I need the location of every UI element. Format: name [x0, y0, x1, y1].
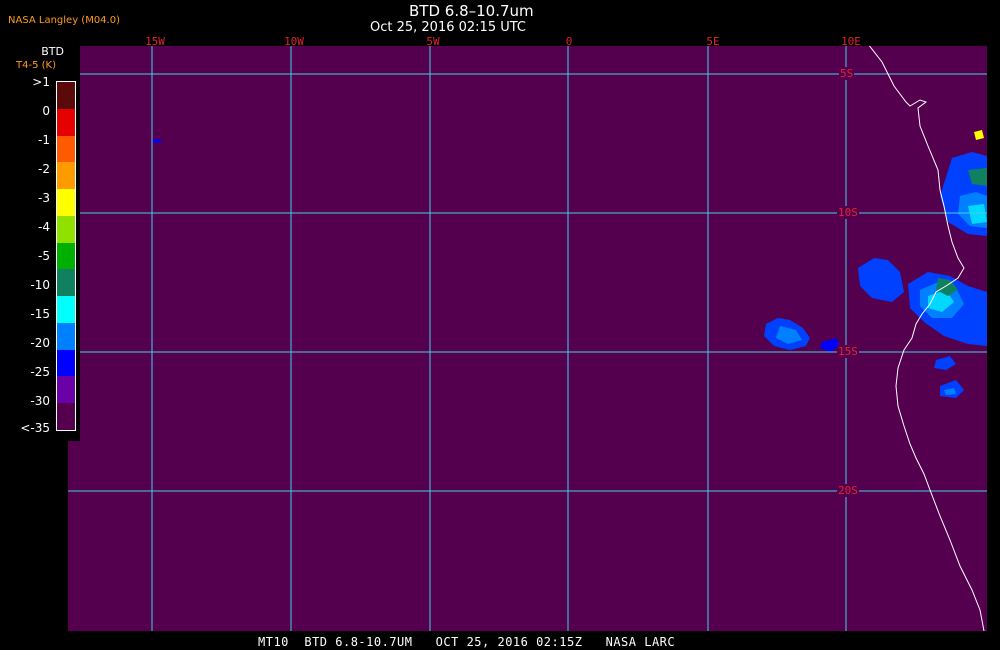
lon-label-5e: 5E: [706, 35, 720, 48]
colorbar-tick-label: -2: [38, 162, 50, 176]
legend-title: BTD: [41, 45, 64, 58]
colorbar-tick-label: -3: [38, 191, 50, 205]
footer-caption: MT10 BTD 6.8-10.7UM OCT 25, 2016 02:15Z …: [258, 635, 676, 649]
colorbar-swatch: [57, 269, 75, 297]
colorbar-swatch: [57, 135, 75, 163]
lat-label-10s: 10S: [837, 206, 859, 219]
lat-label-5s: 5S: [839, 67, 855, 80]
lon-label-10e: 10E: [841, 35, 861, 48]
cloud-cluster-west: [152, 139, 840, 352]
colorbar-swatch: [57, 82, 75, 109]
graticule: [68, 46, 987, 631]
lon-label-15w: 15W: [145, 35, 165, 48]
colorbar-tick-label: <-35: [20, 421, 50, 435]
lon-label-10w: 10W: [284, 35, 304, 48]
legend-units: T4-5 (K): [16, 60, 56, 71]
colorbar-swatch: [57, 242, 75, 270]
satellite-map: [68, 46, 987, 631]
colorbar-swatch: [57, 108, 75, 136]
colorbar-swatch: [57, 403, 75, 430]
lat-label-15s: 15S: [837, 345, 859, 358]
lat-label-20s: 20S: [837, 484, 859, 497]
colorbar-tick-label: -10: [30, 278, 50, 292]
colorbar-tick-label: -5: [38, 249, 50, 263]
lon-label-0: 0: [565, 35, 573, 48]
colorbar-tick-label: -20: [30, 336, 50, 350]
colorbar-tick-label: >1: [32, 75, 50, 89]
colorbar-tick-label: -15: [30, 307, 50, 321]
colorbar-tick-label: -25: [30, 365, 50, 379]
image-title: BTD 6.8–10.7um: [409, 2, 534, 20]
colorbar-swatch: [57, 215, 75, 243]
lon-label-5w: 5W: [426, 35, 440, 48]
colorbar-swatch: [57, 189, 75, 216]
colorbar-swatch: [57, 349, 75, 377]
colorbar-tick-label: -4: [38, 220, 50, 234]
colorbar-swatch: [57, 322, 75, 350]
colorbar-tick-label: -1: [38, 133, 50, 147]
colorbar-tick-label: 0: [42, 104, 50, 118]
colorbar-swatch: [57, 162, 75, 190]
cloud-features: [152, 130, 987, 398]
producer-label: NASA Langley (M04.0): [8, 15, 120, 26]
colorbar: [56, 81, 76, 431]
colorbar-swatch: [57, 296, 75, 323]
cloud-cluster-east: [858, 130, 987, 398]
colorbar-tick-label: -30: [30, 394, 50, 408]
map-svg: [68, 46, 987, 631]
image-timestamp: Oct 25, 2016 02:15 UTC: [370, 20, 526, 35]
colorbar-swatch: [57, 376, 75, 404]
